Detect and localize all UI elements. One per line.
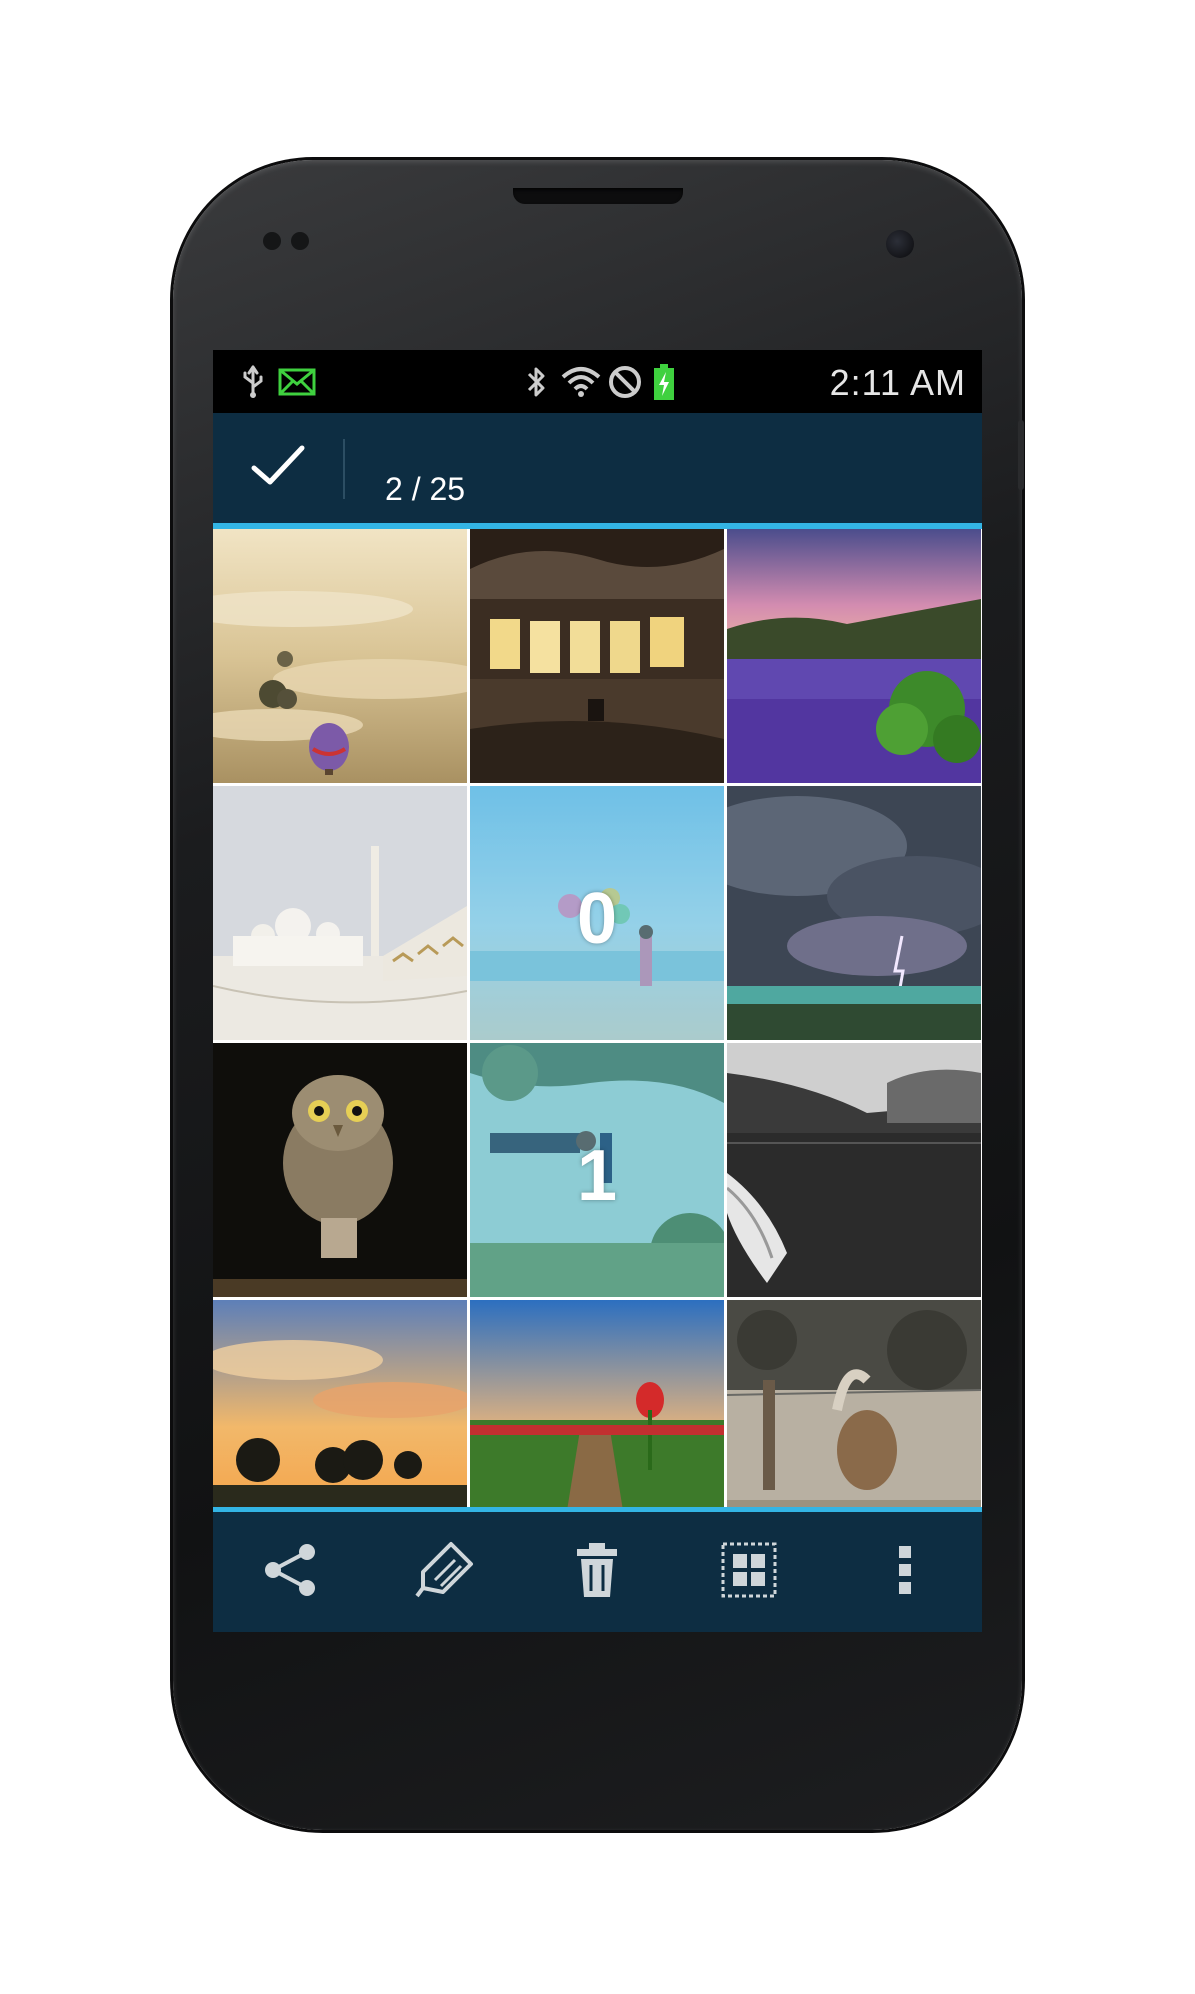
- speaker-grille: [513, 188, 683, 204]
- status-bar: 2:11 AM: [213, 350, 982, 413]
- share-icon: [261, 1542, 321, 1603]
- mail-icon: [275, 364, 319, 400]
- done-button[interactable]: [213, 413, 343, 523]
- wifi-icon: [559, 364, 603, 400]
- bottom-action-bar: [213, 1507, 982, 1632]
- status-time: 2:11 AM: [829, 362, 966, 403]
- couple-field-photo[interactable]: 1: [470, 1043, 724, 1297]
- tag-button[interactable]: [385, 1522, 505, 1622]
- owl-photo[interactable]: [213, 1043, 467, 1297]
- share-button[interactable]: [231, 1522, 351, 1622]
- sunset-trees-photo[interactable]: [213, 1300, 467, 1507]
- phone-screen: 2:11 AM 2 / 25 0 1: [213, 350, 982, 1632]
- blocked-icon: [605, 364, 645, 400]
- abandoned-room-photo[interactable]: [470, 529, 724, 783]
- tag-icon: [415, 1540, 475, 1605]
- lupine-field-photo[interactable]: [727, 529, 981, 783]
- bluetooth-icon: [521, 364, 551, 400]
- horse-pasture-photo[interactable]: [727, 1300, 981, 1507]
- light-sensor: [291, 232, 309, 250]
- white-mosque-photo[interactable]: [213, 786, 467, 1040]
- front-camera: [886, 230, 914, 258]
- storm-lightning-photo[interactable]: [727, 786, 981, 1040]
- power-button: [1018, 420, 1024, 490]
- usb-icon: [233, 364, 273, 400]
- selection-order-badge: 1: [576, 1136, 618, 1216]
- delete-button[interactable]: [537, 1522, 657, 1622]
- trash-icon: [575, 1541, 619, 1604]
- photo-grid: 0 1: [213, 529, 982, 1507]
- tulip-field-photo[interactable]: [470, 1300, 724, 1507]
- overflow-menu-icon: [897, 1544, 913, 1601]
- beach-girl-balloons-photo[interactable]: 0: [470, 786, 724, 1040]
- select-all-icon: [721, 1542, 777, 1603]
- checkmark-icon: [250, 444, 306, 493]
- fog-balloon-photo[interactable]: [213, 529, 467, 783]
- lake-canoe-photo[interactable]: [727, 1043, 981, 1297]
- proximity-sensor: [263, 232, 281, 250]
- selection-count: 2 / 25: [385, 471, 466, 507]
- selection-order-badge: 0: [576, 879, 618, 959]
- battery-charging-icon: [651, 364, 677, 400]
- action-bar-divider: [343, 439, 345, 499]
- overflow-menu-button[interactable]: [845, 1522, 965, 1622]
- select-all-button[interactable]: [689, 1522, 809, 1622]
- selection-action-bar: 2 / 25: [213, 413, 982, 529]
